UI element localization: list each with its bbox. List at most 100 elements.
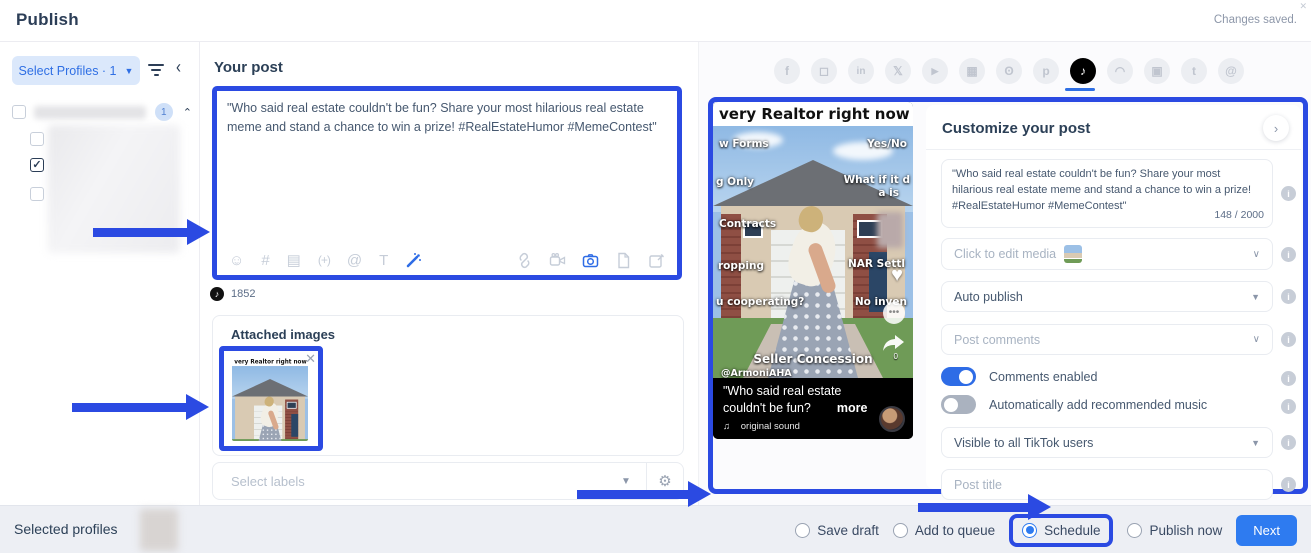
network-instagram[interactable]: ◻ <box>811 58 837 84</box>
chevron-down-icon[interactable]: ▼ <box>1251 292 1260 302</box>
more-link[interactable]: more <box>837 401 868 415</box>
visibility-select[interactable]: Visible to all TikTok users ▼ <box>941 427 1273 458</box>
select-profiles-dropdown[interactable]: Select Profiles · 1 ▼ <box>12 56 140 85</box>
network-bluesky[interactable]: ▣ <box>1144 58 1170 84</box>
overlay-text: Contracts <box>719 218 776 230</box>
chevron-down-icon[interactable]: ∨ <box>1253 334 1260 345</box>
top-header: Publish Changes saved. ✕ <box>0 0 1311 42</box>
close-icon[interactable]: ✕ <box>1299 1 1307 12</box>
caption-line2: couldn't be fun? <box>723 401 811 415</box>
post-comments-select[interactable]: Post comments ∨ <box>941 324 1273 355</box>
profile-group-row[interactable]: 1 ⌃ <box>12 103 192 121</box>
schedule-option-selected-highlighted[interactable]: Schedule <box>1009 514 1113 547</box>
comments-enabled-toggle-on[interactable] <box>941 367 976 386</box>
redacted-region <box>877 212 903 248</box>
preview-username: @ArmoniAHA <box>721 368 792 378</box>
media-editor-icon[interactable] <box>648 252 665 269</box>
media-mini-thumbnail[interactable] <box>1064 245 1082 263</box>
hashtag-icon[interactable]: # <box>261 252 269 269</box>
attached-image-thumbnail[interactable]: very Realtor right now <box>232 357 308 441</box>
info-icon[interactable]: i <box>1281 332 1296 347</box>
comment-icon[interactable]: ••• <box>883 302 905 324</box>
post-text[interactable]: "Who said real estate couldn't be fun? S… <box>227 99 667 138</box>
profile-checkbox-1[interactable] <box>30 132 44 146</box>
text-format-icon[interactable]: T <box>379 252 388 269</box>
profile-checkbox-2-checked[interactable]: ✓ <box>30 158 44 172</box>
radio-selected-icon[interactable] <box>1022 523 1037 538</box>
network-google-business[interactable]: ▦ <box>959 58 985 84</box>
save-draft-option[interactable]: Save draft <box>795 523 879 538</box>
remove-image-icon[interactable]: ✕ <box>305 351 316 367</box>
camera-icon-active[interactable] <box>582 252 599 269</box>
caption-line1: "Who said real estate <box>723 384 903 398</box>
info-icon[interactable]: i <box>1281 186 1296 201</box>
auto-publish-select[interactable]: Auto publish ▼ <box>941 281 1273 312</box>
chevron-up-icon[interactable]: ⌃ <box>183 106 192 119</box>
link-icon[interactable] <box>516 252 533 269</box>
variables-icon[interactable]: (+) <box>318 253 330 267</box>
profile-avatar[interactable] <box>879 406 905 432</box>
overlay-text: u cooperating? <box>716 296 804 308</box>
network-snapchat[interactable]: ◠ <box>1107 58 1133 84</box>
radio-icon[interactable] <box>1127 523 1142 538</box>
network-tumblr[interactable]: t <box>1181 58 1207 84</box>
info-icon[interactable]: i <box>1281 477 1296 492</box>
tiktok-icon: ♪ <box>210 287 224 301</box>
annotation-arrow-preview-box <box>577 490 688 499</box>
collapse-sidebar-icon[interactable]: ‹ <box>176 57 181 77</box>
network-tiktok-active[interactable]: ♪ <box>1070 58 1096 84</box>
next-button[interactable]: Next <box>1236 515 1297 546</box>
attached-image-highlighted[interactable]: ✕ very Realtor right now <box>219 346 323 451</box>
post-title-field[interactable]: Post title <box>941 469 1273 500</box>
filter-icon[interactable] <box>147 61 165 79</box>
share-icon[interactable] <box>882 334 906 352</box>
snippets-icon[interactable]: ▤ <box>287 251 301 269</box>
customize-panel: Customize your post › "Who said real est… <box>926 105 1301 489</box>
auto-publish-value: Auto publish <box>954 290 1251 304</box>
autosave-status: Changes saved. <box>1214 14 1297 26</box>
profile-checkbox-3[interactable] <box>30 187 44 201</box>
tiktok-caption: "Who said real estate couldn't be fun? m… <box>713 378 913 439</box>
network-reddit[interactable]: ʘ <box>996 58 1022 84</box>
selected-profiles-label: Selected profiles <box>14 521 118 537</box>
overlay-text: ropping <box>718 260 764 272</box>
sound-label: original sound <box>741 421 800 432</box>
network-facebook[interactable]: f <box>774 58 800 84</box>
add-to-queue-option[interactable]: Add to queue <box>893 523 995 538</box>
mention-icon[interactable]: @ <box>347 252 362 269</box>
customize-text-field[interactable]: "Who said real estate couldn't be fun? S… <box>941 159 1273 228</box>
network-pinterest[interactable]: p <box>1033 58 1059 84</box>
edit-media-field[interactable]: Click to edit media ∨ <box>941 238 1273 270</box>
chevron-down-icon[interactable]: ∨ <box>1253 249 1260 260</box>
chevron-down-icon[interactable]: ▼ <box>1251 438 1260 448</box>
info-icon[interactable]: i <box>1281 435 1296 450</box>
document-icon[interactable] <box>615 252 632 269</box>
post-editor-highlighted[interactable]: "Who said real estate couldn't be fun? S… <box>212 86 682 280</box>
radio-icon[interactable] <box>795 523 810 538</box>
video-icon[interactable] <box>549 252 566 269</box>
ai-wand-icon[interactable] <box>405 252 422 269</box>
emoji-icon[interactable]: ☺ <box>229 252 244 269</box>
expand-panel-button[interactable]: › <box>1263 115 1289 141</box>
gear-icon[interactable]: ⚙ <box>647 472 683 490</box>
info-icon[interactable]: i <box>1281 247 1296 262</box>
info-icon[interactable]: i <box>1281 399 1296 414</box>
network-youtube[interactable]: ▶ <box>922 58 948 84</box>
music-toggle-row: Automatically add recommended music <box>941 395 1207 414</box>
recommended-music-toggle-off[interactable] <box>941 395 976 414</box>
like-heart-icon[interactable]: ♥ <box>891 264 903 287</box>
group-checkbox[interactable] <box>12 105 26 119</box>
info-icon[interactable]: i <box>1281 371 1296 386</box>
music-note-icon: ♫ <box>723 421 730 432</box>
network-threads[interactable]: @ <box>1218 58 1244 84</box>
publish-now-option[interactable]: Publish now <box>1127 523 1222 538</box>
radio-icon[interactable] <box>893 523 908 538</box>
network-linkedin[interactable]: in <box>848 58 874 84</box>
network-x[interactable]: 𝕏 <box>885 58 911 84</box>
network-tabs: f ◻ in 𝕏 ▶ ▦ ʘ p ♪ ◠ ▣ t @ <box>774 58 1244 84</box>
chevron-down-icon: ▼ <box>125 66 134 76</box>
chevron-down-icon[interactable]: ▼ <box>606 476 646 487</box>
info-icon[interactable]: i <box>1281 289 1296 304</box>
composer-column: Your post "Who said real estate couldn't… <box>200 42 698 505</box>
overlay-text: What if it d <box>844 174 910 186</box>
